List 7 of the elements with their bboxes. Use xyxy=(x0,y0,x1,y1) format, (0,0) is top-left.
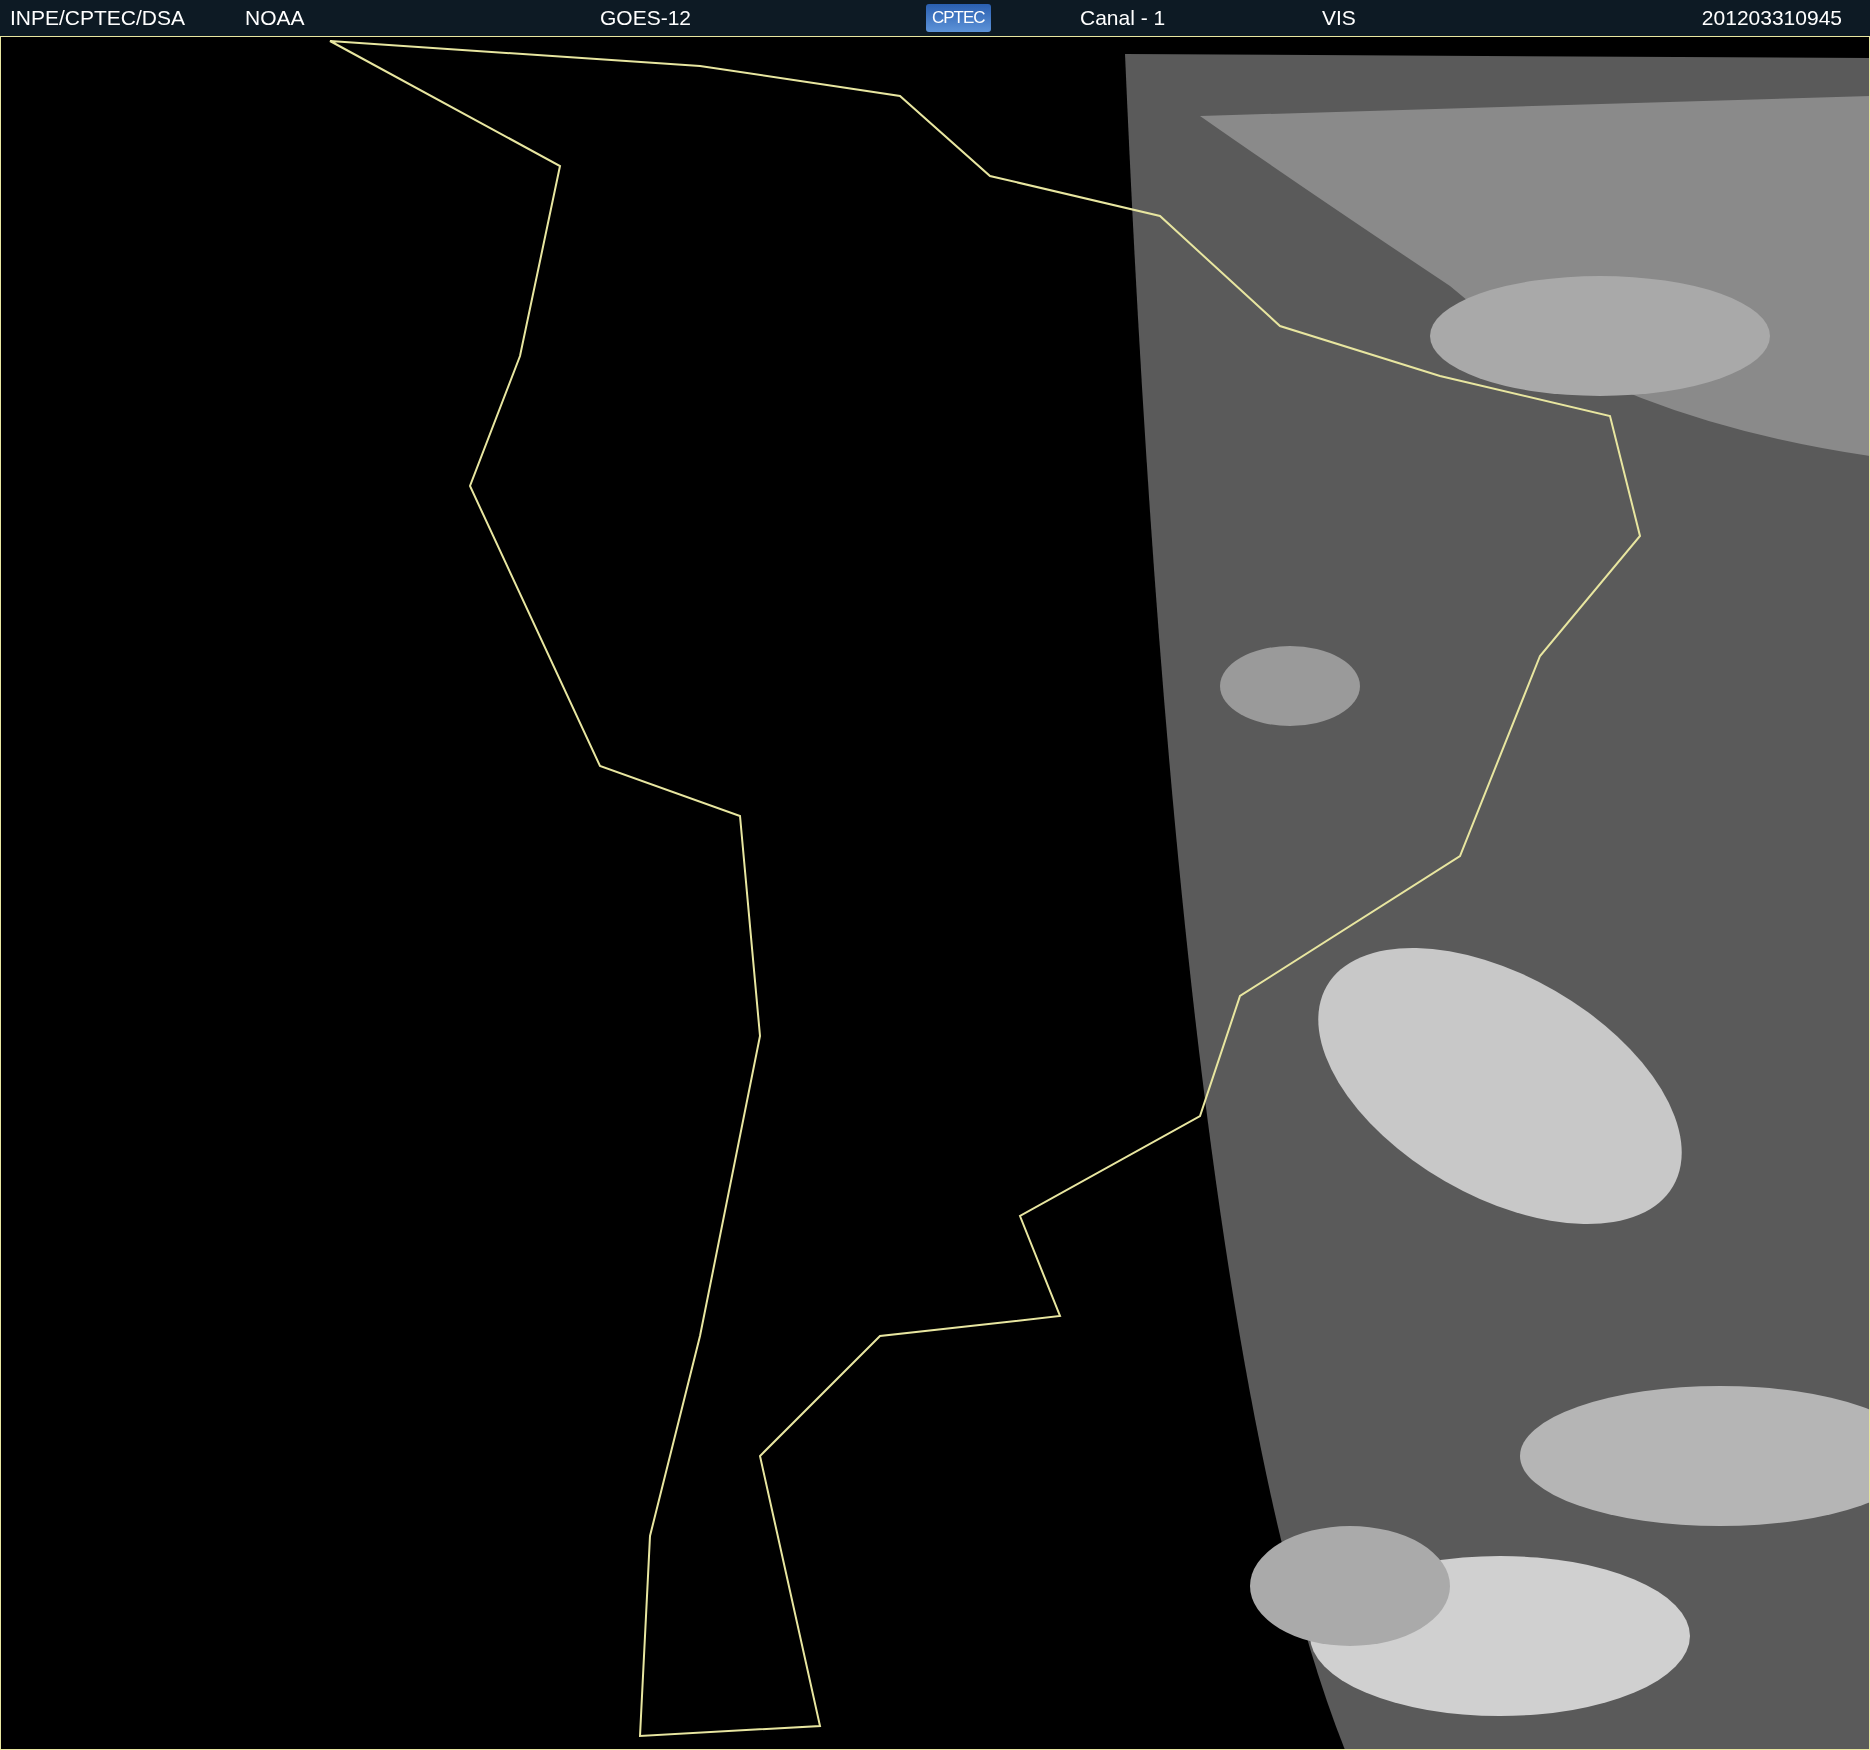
logo: CPTEC xyxy=(926,4,991,32)
header-label: 201203310945 xyxy=(1701,6,1842,29)
header-label: NOAA xyxy=(245,6,305,29)
header-label: GOES-12 xyxy=(600,6,692,29)
header-label: Canal - 1 xyxy=(1080,6,1166,29)
header-label: INPE/CPTEC/DSA xyxy=(10,6,186,29)
header-label: VIS xyxy=(1322,6,1356,29)
